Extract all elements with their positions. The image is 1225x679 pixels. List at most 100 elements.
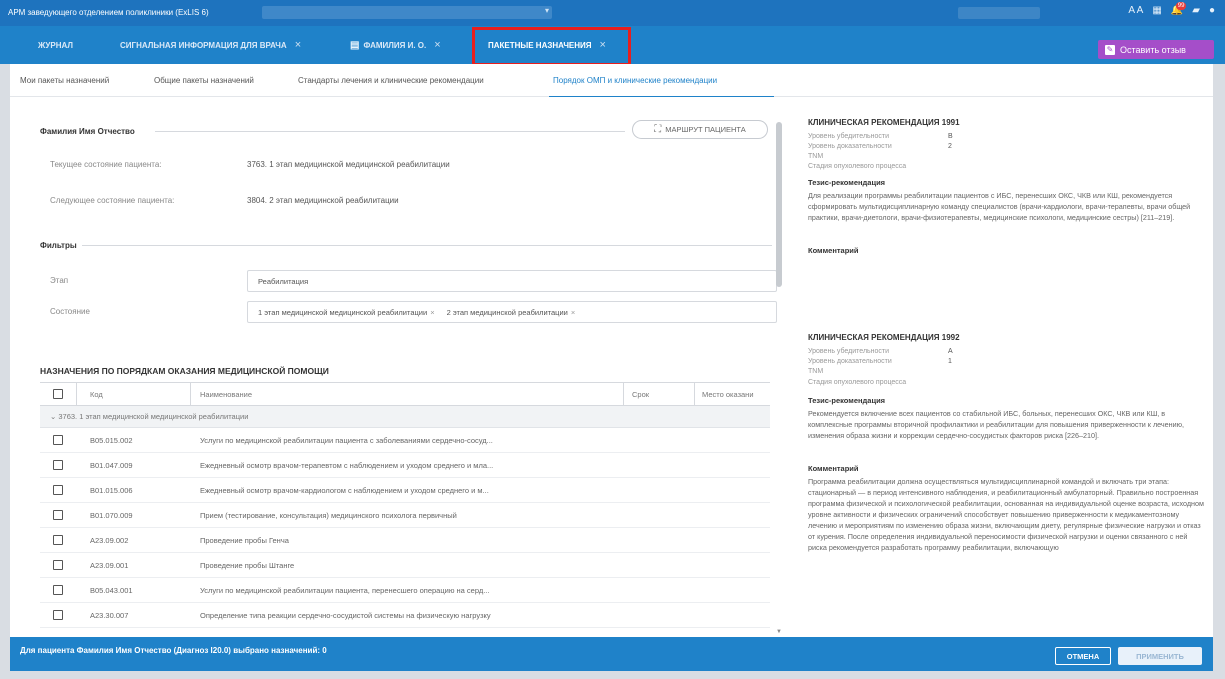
state-filter-select[interactable]: 1 этап медицинской медицинской реабилита… (247, 301, 777, 323)
apply-button[interactable]: ПРИМЕНИТЬ (1118, 647, 1202, 665)
persuasion-value: A (948, 348, 953, 355)
stage-label: Стадия опухолевого процесса (808, 163, 907, 170)
table-header: Код Наименование Срок Место оказани (40, 382, 770, 407)
row-name: Услуги по медицинской реабилитации пацие… (200, 436, 493, 445)
row-name: Проведение пробы Штанге (200, 561, 295, 570)
chevron-down-icon[interactable]: ▾ (545, 6, 549, 15)
next-state-value: 3804. 2 этап медицинской реабилитации (247, 196, 399, 205)
column-code[interactable]: Код (90, 390, 103, 399)
column-place[interactable]: Место оказани (702, 390, 754, 399)
table-row[interactable]: B05.015.002 Услуги по медицинской реабил… (40, 428, 770, 453)
filter-chip: 1 этап медицинской медицинской реабилита… (258, 307, 435, 317)
grid-icon[interactable]: ▦ (1152, 5, 1161, 16)
feedback-icon: ✎ (1105, 44, 1115, 55)
evidence-value: 2 (948, 143, 952, 150)
row-name: Ежедневный осмотр врачом-кардиологом с н… (200, 486, 489, 495)
row-name: Проведение пробы Генча (200, 536, 289, 545)
persuasion-label: Уровень убедительности (808, 133, 890, 140)
current-state-label: Текущее состояние пациента: (50, 160, 162, 169)
evidence-label: Уровень доказательности (808, 143, 892, 150)
feedback-button[interactable]: ✎ Оставить отзыв (1098, 40, 1214, 59)
tab-journal[interactable]: Журнал (38, 36, 73, 54)
tnm-label: TNM (808, 368, 824, 375)
notification-badge: 99 (1175, 2, 1187, 10)
selection-summary: Для пациента Фамилия Имя Отчество (Диагн… (20, 646, 327, 655)
patient-name: Фамилия Имя Отчество (40, 127, 135, 136)
row-code: A23.09.001 (90, 561, 129, 570)
route-icon: ⛶ (654, 124, 662, 135)
evidence-value: 1 (948, 358, 952, 365)
title-context-field[interactable] (262, 6, 552, 19)
row-checkbox[interactable] (53, 585, 63, 595)
scroll-down-icon[interactable]: ▼ (776, 629, 782, 635)
chat-icon[interactable]: ▰ (1192, 5, 1200, 16)
row-name: Прием (тестирование, консультация) медиц… (200, 511, 457, 520)
footer-bar: Для пациента Фамилия Имя Отчество (Диагн… (10, 637, 1213, 671)
state-filter-label: Состояние (50, 307, 90, 316)
thesis-label: Тезис-рекомендация (808, 396, 886, 405)
table-group-row[interactable]: ⌄ 3763. 1 этап медицинской медицинской р… (40, 406, 770, 428)
orders-table-title: НАЗНАЧЕНИЯ ПО ПОРЯДКАМ ОКАЗАНИЯ МЕДИЦИНС… (40, 366, 329, 376)
font-size-icon[interactable]: A A (1128, 5, 1143, 16)
evidence-label: Уровень доказательности (808, 358, 892, 365)
stage-filter-label: Этап (50, 276, 69, 285)
table-row[interactable]: B01.047.009 Ежедневный осмотр врачом-тер… (40, 453, 770, 478)
row-checkbox[interactable] (53, 560, 63, 570)
table-row[interactable]: A23.09.001 Проведение пробы Штанге (40, 553, 770, 578)
thesis-text: Рекомендуется включение всех пациентов с… (808, 409, 1185, 440)
table-row[interactable]: B05.043.001 Услуги по медицинской реабил… (40, 578, 770, 603)
scrollbar-thumb[interactable] (776, 122, 782, 287)
row-checkbox[interactable] (53, 535, 63, 545)
user-menu[interactable] (958, 7, 1040, 19)
cancel-button[interactable]: ОТМЕНА (1055, 647, 1111, 665)
row-checkbox[interactable] (53, 610, 63, 620)
app-title: АРМ заведующего отделением поликлиники (… (8, 8, 209, 17)
comment-label: Комментарий (808, 464, 859, 473)
row-checkbox[interactable] (53, 485, 63, 495)
subtab-omp-order[interactable]: Порядок ОМП и клинические рекомендации (553, 76, 717, 85)
column-name[interactable]: Наименование (200, 390, 252, 399)
table-row[interactable]: A23.09.002 Проведение пробы Генча (40, 528, 770, 553)
tnm-label: TNM (808, 153, 824, 160)
row-code: A23.09.002 (90, 536, 129, 545)
subtab-common-packages[interactable]: Общие пакеты назначений (154, 76, 254, 85)
row-checkbox[interactable] (53, 435, 63, 445)
window-titlebar: АРМ заведующего отделением поликлиники (… (0, 0, 1225, 26)
column-term[interactable]: Срок (632, 390, 649, 399)
chip-remove-icon[interactable]: × (430, 308, 434, 317)
thesis-label: Тезис-рекомендация (808, 178, 886, 187)
row-checkbox[interactable] (53, 510, 63, 520)
divider (82, 245, 772, 246)
close-icon[interactable]: × (295, 39, 301, 51)
subtab-standards[interactable]: Стандарты лечения и клинические рекоменд… (298, 76, 484, 85)
subtab-my-packages[interactable]: Мои пакеты назначений (20, 76, 109, 85)
persuasion-value: B (948, 133, 953, 140)
chip-remove-icon[interactable]: × (571, 308, 575, 317)
help-icon[interactable]: ● (1209, 5, 1215, 16)
row-code: B01.047.009 (90, 461, 133, 470)
table-row[interactable]: A23.30.007 Определение типа реакции серд… (40, 603, 770, 628)
filters-title: Фильтры (40, 241, 77, 250)
row-code: B05.043.001 (90, 586, 133, 595)
row-code: B01.070.009 (90, 511, 133, 520)
stage-filter-select[interactable]: Реабилитация (247, 270, 777, 292)
orders-panel: Фамилия Имя Отчество ⛶ МАРШРУТ ПАЦИЕНТА … (10, 97, 785, 637)
active-tab-highlight (472, 27, 631, 66)
patient-route-button[interactable]: ⛶ МАРШРУТ ПАЦИЕНТА (632, 120, 768, 139)
patient-card-icon: ▤ (350, 39, 360, 51)
persuasion-label: Уровень убедительности (808, 348, 890, 355)
tab-signal-info[interactable]: Сигнальная информация для врача × (120, 36, 301, 54)
select-all-checkbox[interactable] (53, 389, 63, 399)
table-row[interactable]: B01.070.009 Прием (тестирование, консуль… (40, 503, 770, 528)
row-name: Ежедневный осмотр врачом-терапевтом с на… (200, 461, 494, 470)
table-row[interactable]: B01.015.006 Ежедневный осмотр врачом-кар… (40, 478, 770, 503)
content-area: Фамилия Имя Отчество ⛶ МАРШРУТ ПАЦИЕНТА … (10, 97, 1213, 637)
row-code: A23.30.007 (90, 611, 129, 620)
tab-patient[interactable]: ▤ Фамилия И. О. × (350, 36, 441, 54)
bell-icon[interactable]: 🔔 99 (1171, 2, 1187, 16)
close-icon[interactable]: × (434, 39, 440, 51)
row-checkbox[interactable] (53, 460, 63, 470)
stage-label: Стадия опухолевого процесса (808, 379, 907, 386)
recommendation-title: КЛИНИЧЕСКАЯ РЕКОМЕНДАЦИЯ 1991 (808, 118, 960, 127)
row-name: Услуги по медицинской реабилитации пацие… (200, 586, 490, 595)
